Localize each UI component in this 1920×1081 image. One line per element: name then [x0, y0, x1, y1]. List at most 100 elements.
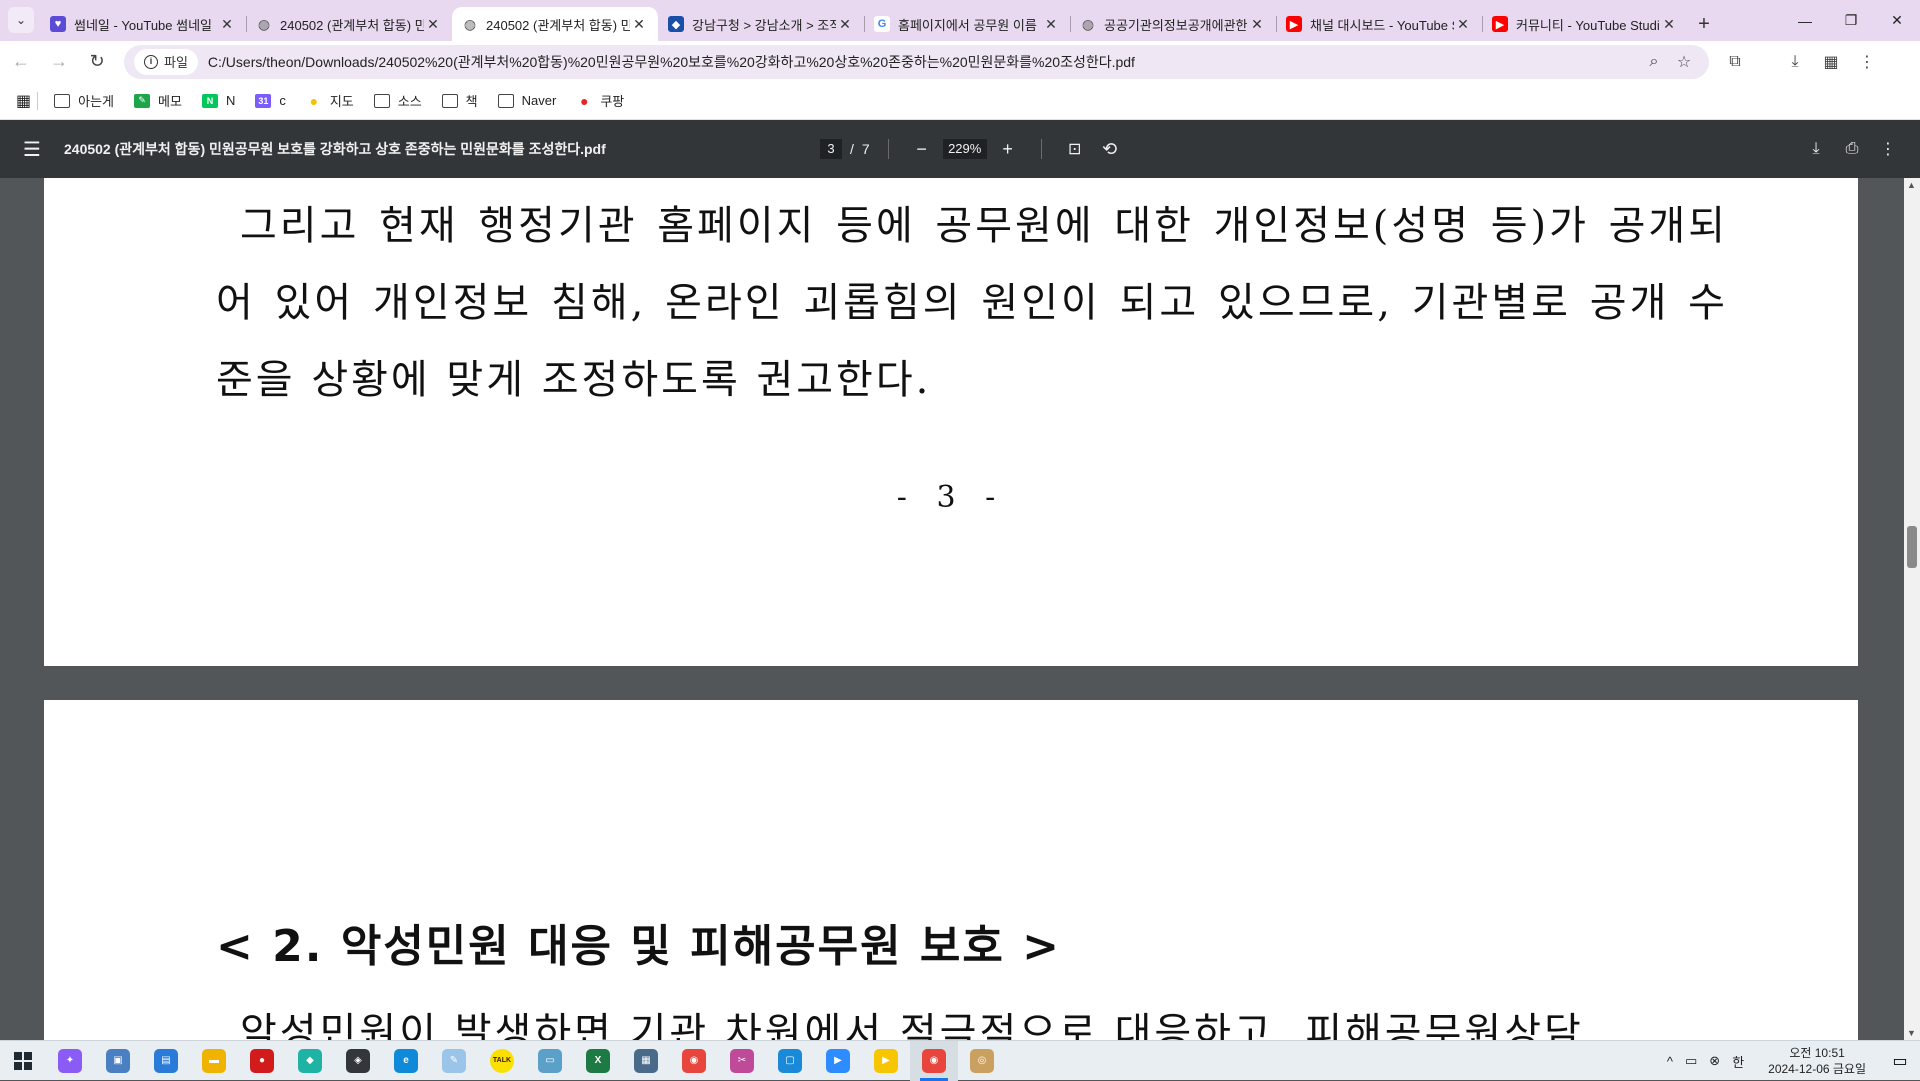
minimize-button[interactable]: — [1782, 0, 1828, 41]
zoom-in-button[interactable]: + [993, 139, 1023, 160]
folder-icon [373, 93, 390, 108]
apps-grid-icon[interactable]: ▦ [16, 91, 31, 111]
sky-app[interactable]: ◆ [286, 1041, 334, 1081]
bookmark-item[interactable]: Naver [497, 93, 556, 108]
site-info-chip[interactable]: i 파일 [134, 48, 198, 75]
bookmark-star-icon[interactable]: ☆ [1669, 52, 1699, 72]
sidebar-menu-icon[interactable]: ☰ [0, 137, 64, 162]
browser-tab[interactable]: ♥ 썸네일 - YouTube 썸네일 ✕ [40, 7, 246, 41]
close-icon[interactable]: ✕ [1042, 16, 1060, 33]
owl-icon: ◎ [970, 1048, 994, 1073]
ime-indicator[interactable]: 한 [1732, 1052, 1744, 1071]
page-number-input[interactable]: 3 [820, 139, 842, 159]
close-window-button[interactable]: ✕ [1874, 0, 1920, 41]
zoom-app[interactable]: ▶ [814, 1041, 862, 1081]
store-app[interactable]: ▢ [766, 1041, 814, 1081]
tray-chevron-icon[interactable]: ^ [1667, 1054, 1673, 1069]
edge-app[interactable]: e [382, 1041, 430, 1081]
bookmark-favicon-icon: ✎ [134, 93, 151, 108]
restore-button[interactable]: ❐ [1828, 0, 1874, 41]
back-button[interactable]: ← [4, 45, 38, 79]
bookmark-item[interactable]: 아는게 [54, 91, 114, 110]
calculator-app[interactable]: ▦ [622, 1041, 670, 1081]
browser-tab[interactable]: ◍ 240502 (관계부처 합동) 민원 ✕ [246, 7, 452, 41]
close-icon[interactable]: ✕ [630, 16, 648, 33]
bookmark-item[interactable]: ● 쿠팡 [576, 91, 624, 110]
clock[interactable]: 오전 10:51 2024-12-06 금요일 [1768, 1045, 1866, 1077]
pdf-download-icon[interactable]: ⤓ [1798, 140, 1834, 158]
bookmark-favicon-icon: 31 [255, 93, 272, 108]
fit-page-icon[interactable]: ⊡ [1060, 139, 1090, 159]
chrome-app[interactable]: ◉ [670, 1041, 718, 1081]
bookmark-item[interactable]: ● 지도 [306, 91, 354, 110]
pdf-more-icon[interactable]: ⋮ [1870, 139, 1906, 159]
chrome-active-app[interactable]: ◉ [910, 1040, 958, 1081]
download-icon[interactable]: ⤓ [1777, 53, 1813, 71]
reload-button[interactable]: ↻ [80, 45, 114, 79]
display-icon[interactable]: ▭ [1685, 1053, 1697, 1069]
excel-app[interactable]: X [574, 1041, 622, 1081]
browser-tab[interactable]: ▶ 채널 대시보드 - YouTube S ✕ [1276, 7, 1482, 41]
zoom-icon[interactable]: ⌕ [1639, 53, 1669, 71]
browser-tab[interactable]: ◆ 강남구청 > 강남소개 > 조직 ✕ [658, 7, 864, 41]
address-bar[interactable]: i 파일 C:/Users/theon/Downloads/240502%20(관… [124, 44, 1709, 79]
notes-app[interactable]: ▭ [526, 1041, 574, 1081]
menu-kebab-icon[interactable]: ⋮ [1849, 52, 1885, 72]
kakaotalk-app[interactable]: TALK [478, 1041, 526, 1081]
bookmark-item[interactable]: NN [201, 93, 236, 108]
browser-tab[interactable]: ◍ 240502 (관계부처 합동) 민원 ✕ [452, 7, 658, 41]
tab-title: 240502 (관계부처 합동) 민원 [486, 17, 630, 33]
scroll-down-icon[interactable]: ▼ [1907, 1028, 1916, 1038]
bookmark-label: 쿠팡 [600, 94, 625, 109]
print-icon[interactable]: ⎙ [1834, 140, 1870, 158]
bookmark-item[interactable]: 소스 [373, 91, 422, 110]
media-app[interactable]: ▤ [142, 1041, 190, 1081]
url-text[interactable]: C:/Users/theon/Downloads/240502%20(관계부처%… [208, 52, 1639, 72]
record-app[interactable]: ● [238, 1041, 286, 1081]
close-icon[interactable]: ✕ [218, 16, 236, 33]
total-pages: 7 [861, 141, 870, 157]
globe-icon: ◍ [463, 15, 477, 32]
pdf-viewer[interactable]: 그리고 현재 행정기관 홈페이지 등에 공무원에 대한 개인정보(성명 등)가 … [0, 178, 1920, 1040]
bookmark-item[interactable]: 책 [441, 91, 478, 110]
browser-tab[interactable]: ▶ 커뮤니티 - YouTube Studio ✕ [1482, 7, 1688, 41]
scroll-up-icon[interactable]: ▲ [1907, 180, 1916, 190]
calculator-icon: ▦ [634, 1048, 658, 1073]
player-app[interactable]: ▶ [862, 1041, 910, 1081]
network-app[interactable]: ▣ [94, 1041, 142, 1081]
bookmark-item[interactable]: ✎ 메모 [134, 91, 182, 110]
notification-icon[interactable]: ▭ [1880, 1051, 1920, 1071]
copilot-app[interactable]: ✦ [46, 1041, 94, 1081]
youtube-icon: ▶ [1492, 16, 1508, 32]
vertical-scrollbar[interactable]: ▲ ▼ [1904, 178, 1920, 1040]
file-explorer-app[interactable]: ▬ [190, 1041, 238, 1081]
zoom-out-button[interactable]: − [907, 139, 937, 160]
tab-search-button[interactable]: ⌄ [8, 7, 34, 33]
close-icon[interactable]: ✕ [836, 16, 854, 33]
extensions-icon[interactable]: ⧉ [1717, 53, 1753, 71]
browser-tab[interactable]: G 홈페이지에서 공무원 이름 ✕ [864, 7, 1070, 41]
pdf-toolbar: ☰ 240502 (관계부처 합동) 민원공무원 보호를 강화하고 상호 존중하… [0, 120, 1920, 178]
new-tab-button[interactable]: + [1688, 7, 1720, 41]
snipping-app[interactable]: ✂ [718, 1041, 766, 1081]
bookmark-label: N [225, 93, 236, 108]
rotate-icon[interactable]: ⟲ [1090, 139, 1130, 160]
mute-icon[interactable]: ⊗ [1709, 1053, 1720, 1069]
close-icon[interactable]: ✕ [424, 16, 442, 33]
owl-app[interactable]: ◎ [958, 1041, 1006, 1081]
forward-button[interactable]: → [42, 45, 76, 79]
bookmark-item[interactable]: 31 c [255, 93, 286, 108]
davinci-app[interactable]: ◈ [334, 1041, 382, 1081]
bookmark-label: c [279, 93, 286, 108]
browser-tab[interactable]: ◍ 공공기관의정보공개에관한 ✕ [1070, 7, 1276, 41]
scroll-thumb[interactable] [1907, 526, 1917, 568]
bookmark-label: 소스 [397, 94, 422, 109]
start-button[interactable] [0, 1041, 46, 1081]
close-icon[interactable]: ✕ [1454, 16, 1472, 33]
close-icon[interactable]: ✕ [1660, 16, 1678, 33]
profile-icon[interactable]: ▦ [1813, 52, 1849, 72]
paint-app[interactable]: ✎ [430, 1041, 478, 1081]
close-icon[interactable]: ✕ [1248, 16, 1266, 33]
page-number-footer: - 3 - [896, 480, 1006, 515]
zoom-level-input[interactable]: 229% [942, 139, 987, 159]
